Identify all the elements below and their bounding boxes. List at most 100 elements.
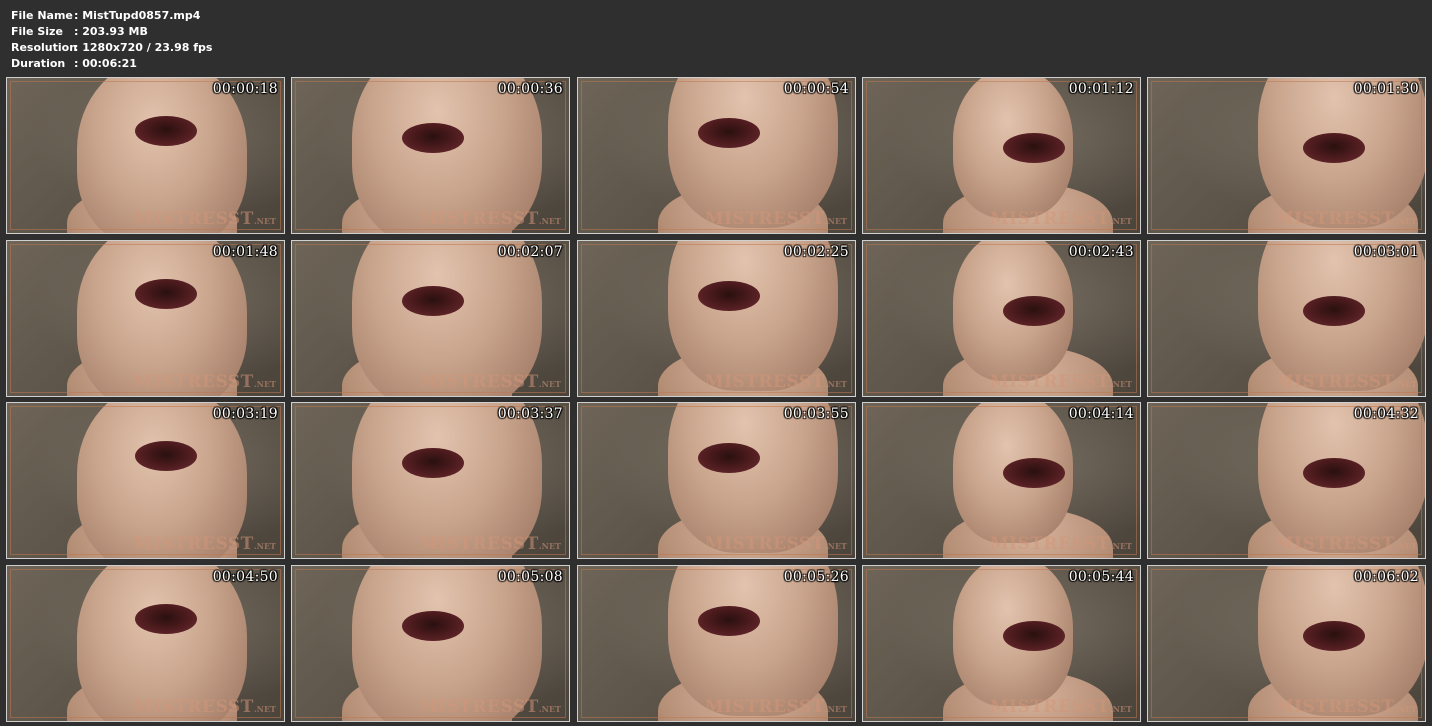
- thumbnail-timestamp: 00:02:25: [783, 244, 849, 260]
- thumbnail-mouth-shape: [1303, 133, 1365, 163]
- watermark-suffix-text: .NET: [538, 379, 561, 389]
- thumbnail-mouth-shape: [698, 281, 760, 311]
- file-name-row: File Name : MistTupd0857.mp4: [11, 8, 212, 24]
- watermark-suffix-text: .NET: [253, 541, 276, 551]
- watermark-main-text: MISTRESST: [1274, 534, 1395, 554]
- watermark-logo: MISTRESST.NET: [134, 209, 276, 229]
- watermark-main-text: MISTRESST: [704, 209, 825, 229]
- thumbnail-timestamp: 00:04:50: [212, 569, 278, 585]
- thumbnail-frame: 00:01:30 MISTRESST.NET: [1147, 77, 1426, 234]
- thumbnail-frame: 00:03:55 MISTRESST.NET: [577, 402, 856, 559]
- watermark-main-text: MISTRESST: [133, 209, 254, 229]
- watermark-main-text: MISTRESST: [989, 534, 1110, 554]
- watermark-suffix-text: .NET: [1109, 541, 1132, 551]
- thumbnail-timestamp: 00:03:55: [783, 406, 849, 422]
- duration-row: Duration : 00:06:21: [11, 56, 212, 72]
- watermark-main-text: MISTRESST: [418, 209, 539, 229]
- thumbnail-frame: 00:05:26 MISTRESST.NET: [577, 565, 856, 722]
- thumbnail-mouth-shape: [135, 279, 197, 309]
- watermark-suffix-text: .NET: [824, 704, 847, 714]
- watermark-main-text: MISTRESST: [989, 372, 1110, 392]
- thumbnail-timestamp: 00:01:12: [1068, 81, 1134, 97]
- watermark-logo: MISTRESST.NET: [990, 534, 1132, 554]
- thumbnail-timestamp: 00:03:19: [212, 406, 278, 422]
- watermark-main-text: MISTRESST: [1274, 209, 1395, 229]
- thumbnail-timestamp: 00:04:14: [1068, 406, 1134, 422]
- watermark-logo: MISTRESST.NET: [990, 209, 1132, 229]
- thumbnail-face-shape: [668, 566, 838, 716]
- watermark-main-text: MISTRESST: [1274, 697, 1395, 717]
- duration-value: : 00:06:21: [74, 57, 137, 70]
- watermark-suffix-text: .NET: [253, 216, 276, 226]
- watermark-suffix-text: .NET: [538, 216, 561, 226]
- thumbnail-frame: 00:02:43 MISTRESST.NET: [862, 240, 1141, 397]
- watermark-logo: MISTRESST.NET: [705, 697, 847, 717]
- thumbnail-timestamp: 00:02:43: [1068, 244, 1134, 260]
- watermark-main-text: MISTRESST: [133, 372, 254, 392]
- watermark-logo: MISTRESST.NET: [705, 534, 847, 554]
- thumbnail-face-shape: [668, 241, 838, 391]
- thumbnail-timestamp: 00:00:54: [783, 81, 849, 97]
- duration-label: Duration: [11, 57, 66, 70]
- watermark-suffix-text: .NET: [253, 704, 276, 714]
- thumbnail-mouth-shape: [1003, 458, 1065, 488]
- resolution-label: Resolution: [11, 41, 78, 54]
- thumbnail-mouth-shape: [402, 448, 464, 478]
- thumbnail-mouth-shape: [402, 611, 464, 641]
- thumbnail-timestamp: 00:04:32: [1353, 406, 1419, 422]
- file-info-panel: File Name : MistTupd0857.mp4 File Size :…: [11, 8, 212, 72]
- thumbnail-mouth-shape: [698, 606, 760, 636]
- watermark-logo: MISTRESST.NET: [419, 534, 561, 554]
- watermark-logo: MISTRESST.NET: [419, 697, 561, 717]
- watermark-suffix-text: .NET: [824, 216, 847, 226]
- watermark-main-text: MISTRESST: [418, 697, 539, 717]
- thumbnail-mouth-shape: [402, 286, 464, 316]
- thumbnail-mouth-shape: [135, 441, 197, 471]
- thumbnail-mouth-shape: [402, 123, 464, 153]
- thumbnail-frame: 00:03:19 MISTRESST.NET: [6, 402, 285, 559]
- thumbnail-timestamp: 00:05:26: [783, 569, 849, 585]
- thumbnail-frame: 00:01:12 MISTRESST.NET: [862, 77, 1141, 234]
- file-size-value: : 203.93 MB: [74, 25, 148, 38]
- watermark-logo: MISTRESST.NET: [134, 697, 276, 717]
- thumbnail-mouth-shape: [698, 443, 760, 473]
- watermark-logo: MISTRESST.NET: [1275, 697, 1417, 717]
- watermark-suffix-text: .NET: [1394, 541, 1417, 551]
- watermark-suffix-text: .NET: [253, 379, 276, 389]
- watermark-suffix-text: .NET: [1109, 216, 1132, 226]
- thumbnail-timestamp: 00:02:07: [497, 244, 563, 260]
- thumbnail-mouth-shape: [1003, 296, 1065, 326]
- thumbnail-timestamp: 00:01:30: [1353, 81, 1419, 97]
- watermark-logo: MISTRESST.NET: [705, 372, 847, 392]
- watermark-main-text: MISTRESST: [704, 697, 825, 717]
- thumbnail-mouth-shape: [1303, 621, 1365, 651]
- thumbnail-mouth-shape: [135, 604, 197, 634]
- thumbnail-frame: 00:03:37 MISTRESST.NET: [291, 402, 570, 559]
- file-size-label: File Size: [11, 25, 63, 38]
- thumbnail-mouth-shape: [1003, 621, 1065, 651]
- thumbnail-frame: 00:01:48 MISTRESST.NET: [6, 240, 285, 397]
- watermark-suffix-text: .NET: [1109, 704, 1132, 714]
- watermark-main-text: MISTRESST: [1274, 372, 1395, 392]
- file-name-value: : MistTupd0857.mp4: [74, 9, 201, 22]
- thumbnail-timestamp: 00:03:01: [1353, 244, 1419, 260]
- watermark-suffix-text: .NET: [1109, 379, 1132, 389]
- thumbnail-grid: 00:00:18 MISTRESST.NET 00:00:36 MISTRESST.N…: [6, 77, 1426, 722]
- thumbnail-frame: 00:05:08 MISTRESST.NET: [291, 565, 570, 722]
- thumbnail-frame: 00:00:36 MISTRESST.NET: [291, 77, 570, 234]
- thumbnail-timestamp: 00:06:02: [1353, 569, 1419, 585]
- file-name-label: File Name: [11, 9, 73, 22]
- thumbnail-timestamp: 00:05:08: [497, 569, 563, 585]
- thumbnail-frame: 00:00:18 MISTRESST.NET: [6, 77, 285, 234]
- file-size-row: File Size : 203.93 MB: [11, 24, 212, 40]
- watermark-logo: MISTRESST.NET: [990, 697, 1132, 717]
- watermark-suffix-text: .NET: [824, 541, 847, 551]
- thumbnail-timestamp: 00:01:48: [212, 244, 278, 260]
- thumbnail-mouth-shape: [135, 116, 197, 146]
- watermark-main-text: MISTRESST: [989, 209, 1110, 229]
- thumbnail-frame: 00:04:32 MISTRESST.NET: [1147, 402, 1426, 559]
- watermark-main-text: MISTRESST: [418, 534, 539, 554]
- watermark-logo: MISTRESST.NET: [134, 534, 276, 554]
- watermark-suffix-text: .NET: [1394, 379, 1417, 389]
- thumbnail-frame: 00:04:14 MISTRESST.NET: [862, 402, 1141, 559]
